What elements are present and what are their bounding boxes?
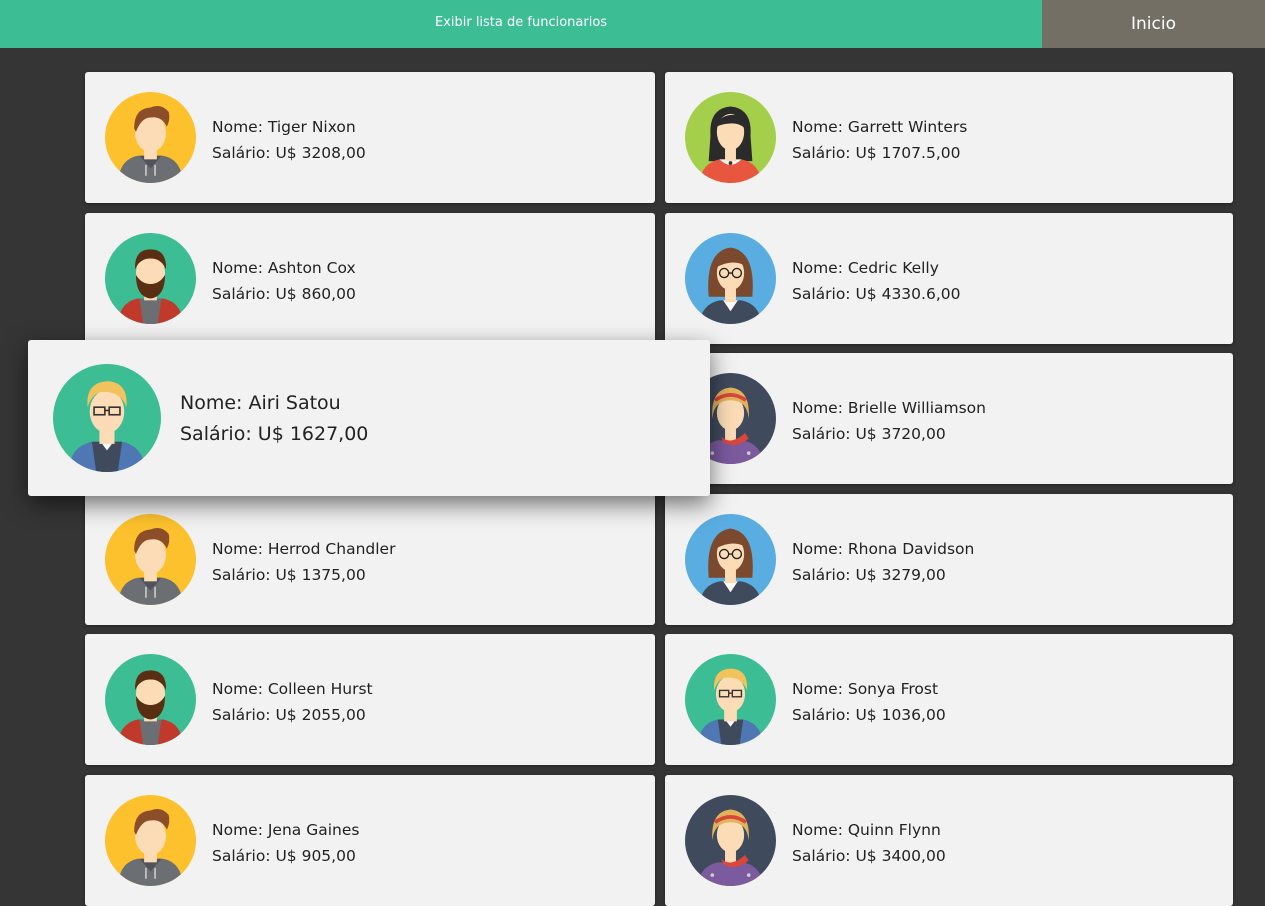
employee-info: Nome: Sonya Frost Salário: U$ 1036,00 <box>792 676 946 728</box>
employee-salary: Salário: U$ 1707.5,00 <box>792 144 961 162</box>
employee-info: Nome: Jena Gaines Salário: U$ 905,00 <box>212 817 359 869</box>
employee-info: Nome: Garrett Winters Salário: U$ 1707.5… <box>792 114 967 166</box>
man-hoodie-avatar-icon <box>105 92 196 183</box>
employee-card[interactable]: Nome: Sonya Frost Salário: U$ 1036,00 <box>665 634 1233 765</box>
employee-info: Nome: Colleen Hurst Salário: U$ 2055,00 <box>212 676 373 728</box>
employee-card[interactable]: Nome: Tiger Nixon Salário: U$ 3208,00 <box>85 72 655 203</box>
employee-name: Nome: Quinn Flynn <box>792 821 941 839</box>
employee-card[interactable]: Nome: Quinn Flynn Salário: U$ 3400,00 <box>665 775 1233 906</box>
employee-salary: Salário: U$ 1627,00 <box>180 423 369 445</box>
employee-name: Nome: Ashton Cox <box>212 259 356 277</box>
employee-card[interactable]: Nome: Garrett Winters Salário: U$ 1707.5… <box>665 72 1233 203</box>
employee-info: Nome: Tiger Nixon Salário: U$ 3208,00 <box>212 114 366 166</box>
employee-salary: Salário: U$ 860,00 <box>212 285 356 303</box>
employee-info: Nome: Cedric Kelly Salário: U$ 4330.6,00 <box>792 255 960 307</box>
man-hoodie-avatar-icon <box>105 514 196 605</box>
employee-info: Nome: Ashton Cox Salário: U$ 860,00 <box>212 255 356 307</box>
man-glasses-avatar-icon <box>685 654 776 745</box>
employee-name: Nome: Brielle Williamson <box>792 399 986 417</box>
employee-card[interactable]: Nome: Jena Gaines Salário: U$ 905,00 <box>85 775 655 906</box>
employee-name: Nome: Sonya Frost <box>792 680 939 698</box>
employee-card[interactable]: Nome: Ashton Cox Salário: U$ 860,00 <box>85 213 655 344</box>
employee-info: Nome: Airi Satou Salário: U$ 1627,00 <box>180 388 368 450</box>
employee-name: Nome: Colleen Hurst <box>212 680 373 698</box>
employee-info: Nome: Brielle Williamson Salário: U$ 372… <box>792 395 986 447</box>
employee-salary: Salário: U$ 4330.6,00 <box>792 285 961 303</box>
employee-card[interactable]: Nome: Herrod Chandler Salário: U$ 1375,0… <box>85 494 655 625</box>
employee-name: Nome: Cedric Kelly <box>792 259 939 277</box>
employee-card[interactable]: Nome: Brielle Williamson Salário: U$ 372… <box>665 353 1233 484</box>
employee-name: Nome: Herrod Chandler <box>212 540 396 558</box>
employee-salary: Salário: U$ 905,00 <box>212 847 356 865</box>
employee-salary: Salário: U$ 1375,00 <box>212 566 366 584</box>
show-employee-list-button[interactable]: Exibir lista de funcionarios <box>0 0 1042 48</box>
employee-name: Nome: Airi Satou <box>180 392 341 414</box>
man-hoodie-avatar-icon <box>105 795 196 886</box>
employee-info: Nome: Herrod Chandler Salário: U$ 1375,0… <box>212 536 395 588</box>
woman-glasses-avatar-icon <box>685 233 776 324</box>
employee-card[interactable]: Nome: Colleen Hurst Salário: U$ 2055,00 <box>85 634 655 765</box>
home-button[interactable]: Inicio <box>1042 0 1265 48</box>
employee-card[interactable]: Nome: Cedric Kelly Salário: U$ 4330.6,00 <box>665 213 1233 344</box>
employee-salary: Salário: U$ 3208,00 <box>212 144 366 162</box>
employee-salary: Salário: U$ 3279,00 <box>792 566 946 584</box>
employee-salary: Salário: U$ 2055,00 <box>212 706 366 724</box>
employee-card-hovered[interactable]: Nome: Airi Satou Salário: U$ 1627,00 <box>28 340 710 496</box>
man-glasses-avatar-icon <box>53 364 161 472</box>
bearded-man-avatar-icon <box>105 654 196 745</box>
woman-headband-avatar-icon <box>685 795 776 886</box>
bearded-man-avatar-icon <box>105 233 196 324</box>
employee-salary: Salário: U$ 3720,00 <box>792 425 946 443</box>
woman-dark-hair-avatar-icon <box>685 92 776 183</box>
employee-name: Nome: Rhona Davidson <box>792 540 975 558</box>
employee-name: Nome: Tiger Nixon <box>212 118 356 136</box>
employee-salary: Salário: U$ 3400,00 <box>792 847 946 865</box>
top-navigation-bar: Exibir lista de funcionarios Inicio <box>0 0 1265 48</box>
employee-name: Nome: Jena Gaines <box>212 821 360 839</box>
employee-card[interactable]: Nome: Rhona Davidson Salário: U$ 3279,00 <box>665 494 1233 625</box>
employee-info: Nome: Rhona Davidson Salário: U$ 3279,00 <box>792 536 974 588</box>
employee-salary: Salário: U$ 1036,00 <box>792 706 946 724</box>
employee-info: Nome: Quinn Flynn Salário: U$ 3400,00 <box>792 817 946 869</box>
employee-name: Nome: Garrett Winters <box>792 118 968 136</box>
woman-glasses-avatar-icon <box>685 514 776 605</box>
